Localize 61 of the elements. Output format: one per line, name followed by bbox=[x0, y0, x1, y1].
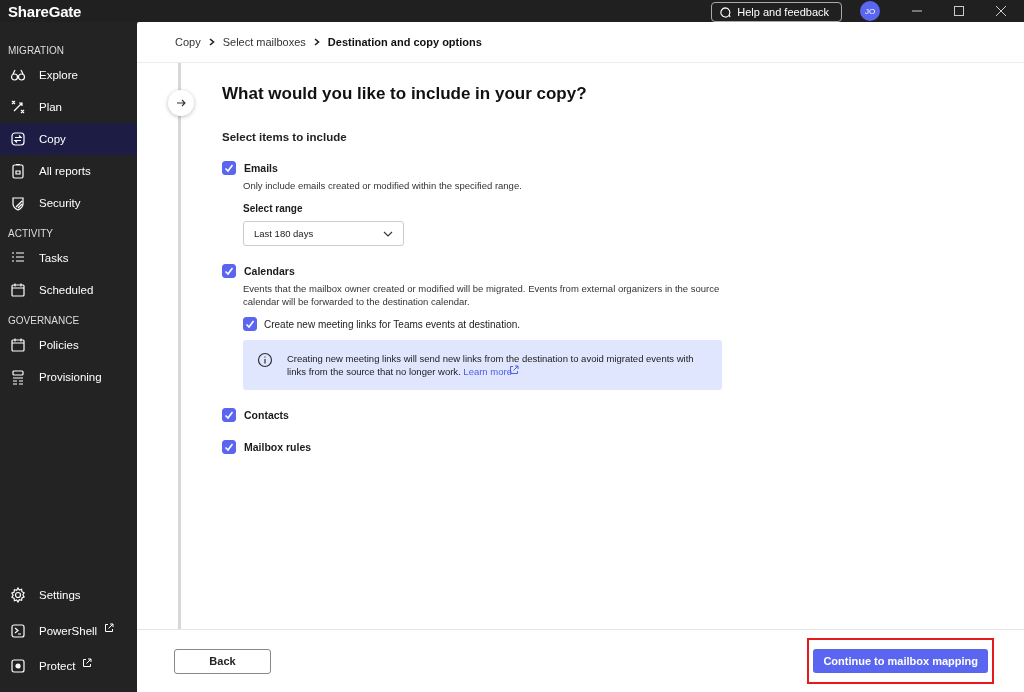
calendar-icon bbox=[10, 337, 26, 353]
sidebar-item[interactable]: Scheduled bbox=[0, 274, 137, 306]
checkbox[interactable] bbox=[243, 317, 257, 331]
user-avatar[interactable]: JO bbox=[860, 1, 880, 21]
option-label: Create new meeting links for Teams events at destination. bbox=[264, 318, 521, 330]
chat-bubble-icon bbox=[720, 6, 732, 18]
maximize-icon[interactable] bbox=[954, 6, 964, 16]
option-label: Mailbox rules bbox=[244, 441, 312, 453]
help-button[interactable]: Help and feedback bbox=[711, 2, 842, 22]
option-label: Calendars bbox=[244, 265, 295, 277]
chevron-right-icon bbox=[313, 38, 320, 46]
option-description: Only include emails created or modified within the specified range. bbox=[243, 179, 523, 192]
checkbox[interactable] bbox=[222, 440, 236, 454]
info-icon bbox=[257, 352, 273, 368]
swap-icon bbox=[10, 131, 26, 147]
back-button[interactable]: Back bbox=[174, 648, 271, 674]
checkbox[interactable] bbox=[222, 408, 236, 422]
field-label: Select range bbox=[243, 203, 304, 214]
breadcrumb-item[interactable]: Copy bbox=[175, 36, 201, 48]
expand-panel-button[interactable] bbox=[168, 90, 194, 116]
option-description: Events that the mailbox owner created or modified will be migrated. Events from external organizers in the source calendar will be forwarded to the destination calendar. bbox=[243, 282, 721, 308]
checkbox[interactable] bbox=[222, 264, 236, 278]
breadcrumb-item: Destination and copy options bbox=[327, 36, 482, 48]
sidebar-item[interactable]: Provisioning bbox=[0, 361, 137, 393]
clipboard-icon bbox=[10, 163, 26, 179]
binoculars-icon bbox=[10, 67, 26, 83]
sidebar-item[interactable]: Copy bbox=[0, 123, 137, 155]
sidebar-item[interactable]: Security bbox=[0, 187, 137, 219]
sidebar-item[interactable]: Settings bbox=[0, 577, 137, 613]
continue-button[interactable]: Continue to mailbox mapping bbox=[813, 649, 988, 673]
calendar-icon bbox=[10, 282, 26, 298]
sidebar-item[interactable]: Tasks bbox=[0, 242, 137, 274]
checkbox[interactable] bbox=[222, 161, 236, 175]
sidebar-item[interactable]: Policies bbox=[0, 329, 137, 361]
sidebar-item[interactable]: All reports bbox=[0, 155, 137, 187]
section-heading: GOVERNANCE bbox=[7, 315, 81, 326]
sidebar-item[interactable]: Plan bbox=[0, 91, 137, 123]
sidebar-item[interactable]: Protect bbox=[0, 648, 137, 684]
chevron-down-icon bbox=[383, 230, 393, 237]
section-heading: MIGRATION bbox=[7, 45, 65, 56]
close-icon[interactable] bbox=[996, 6, 1006, 16]
sidebar-item[interactable]: PowerShell bbox=[0, 613, 137, 649]
app-logo: ShareGate bbox=[8, 2, 82, 20]
layout-icon bbox=[10, 369, 26, 385]
plan-icon bbox=[10, 99, 26, 115]
breadcrumb-item[interactable]: Select mailboxes bbox=[222, 36, 306, 48]
info-text: Creating new meeting links will send new links from the destination to avoid migrated events with links from the source that no longer work. Learn more bbox=[287, 352, 695, 378]
shield-icon bbox=[10, 195, 26, 211]
terminal-icon bbox=[10, 622, 26, 639]
gear-icon bbox=[10, 587, 26, 604]
chevron-right-icon bbox=[208, 38, 215, 46]
arrow-right-icon bbox=[176, 98, 186, 108]
sidebar-item[interactable]: Explore bbox=[0, 59, 137, 91]
page-title: What would you like to include in your copy? bbox=[222, 84, 588, 104]
option-label: Contacts bbox=[244, 409, 289, 421]
option-label: Emails bbox=[244, 162, 278, 174]
learn-more-link[interactable]: Learn more bbox=[463, 366, 519, 377]
range-dropdown[interactable]: Last 180 days bbox=[243, 221, 404, 246]
section-subtitle: Select items to include bbox=[222, 131, 348, 143]
section-heading: ACTIVITY bbox=[7, 228, 54, 239]
record-icon bbox=[10, 658, 26, 675]
